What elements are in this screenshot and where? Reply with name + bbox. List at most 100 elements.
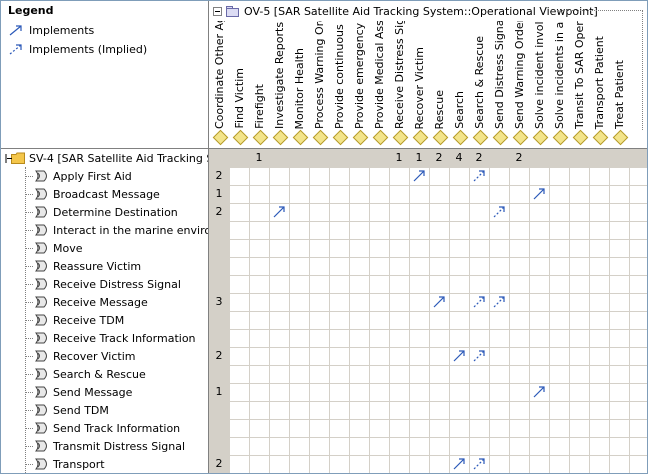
- row-count-cell: [209, 365, 229, 383]
- column-header[interactable]: Investigate Reports Of Distress: [270, 18, 290, 147]
- row-header[interactable]: Transmit Distress Signal: [1, 437, 208, 455]
- row-header[interactable]: Recover Victim: [1, 347, 208, 365]
- row-header[interactable]: Receive TDM: [1, 311, 208, 329]
- dependency-matrix: Legend Implements Implements (Implied) O…: [0, 0, 648, 474]
- column-header[interactable]: Rescue: [430, 18, 450, 147]
- implied-implements-arrow[interactable]: [469, 293, 489, 311]
- column-label: Receive Distress Signal: [393, 21, 406, 129]
- group-bracket-end: [642, 10, 643, 130]
- column-header[interactable]: Firefight: [250, 18, 270, 147]
- operational-activity-icon: [612, 129, 629, 146]
- column-group-title: OV-5 [SAR Satellite Aid Tracking System:…: [244, 4, 598, 18]
- row-label: Apply First Aid: [53, 169, 132, 183]
- operational-activity-icon: [492, 129, 509, 146]
- row-count: 2: [215, 205, 223, 218]
- row-header[interactable]: Receive Message: [1, 293, 208, 311]
- row-label: Receive Message: [53, 295, 148, 309]
- row-header[interactable]: Send TDM: [1, 401, 208, 419]
- row-header[interactable]: Search & Rescue: [1, 365, 208, 383]
- implied-implements-arrow[interactable]: [469, 347, 489, 365]
- implements-arrow[interactable]: [429, 293, 449, 311]
- collapse-icon[interactable]: [5, 153, 12, 163]
- column-header[interactable]: Solve incidents in all areas: [550, 18, 570, 147]
- collapse-icon[interactable]: [213, 6, 222, 16]
- implements-arrow[interactable]: [409, 167, 429, 185]
- row-header[interactable]: Send Track Information: [1, 419, 208, 437]
- implements-arrow[interactable]: [269, 203, 289, 221]
- row-header[interactable]: Receive Track Information: [1, 329, 208, 347]
- operational-activity-icon: [252, 129, 269, 146]
- operational-activity-icon: [272, 129, 289, 146]
- implied-implements-arrow[interactable]: [489, 293, 509, 311]
- row-count: 1: [215, 187, 223, 200]
- implements-arrow[interactable]: [529, 383, 549, 401]
- column-header[interactable]: Receive Distress Signal: [390, 18, 410, 147]
- column-header[interactable]: Treat Patient: [610, 18, 630, 147]
- row-label: Interact in the marine environment: [53, 223, 208, 237]
- column-label: Transport Patient: [593, 35, 606, 129]
- column-count: 4: [455, 151, 463, 164]
- row-header-area: SV-4 [SAR Satellite Aid Tracking System]…: [1, 149, 209, 473]
- column-header[interactable]: Transport Patient: [590, 18, 610, 147]
- column-label: Provide emergency towing: [353, 21, 366, 129]
- column-header[interactable]: Send Distress Signal: [490, 18, 510, 147]
- operational-activity-icon: [592, 129, 609, 146]
- implements-arrow[interactable]: [529, 185, 549, 203]
- column-header[interactable]: Coordinate Other Agencies: [210, 18, 230, 147]
- implied-implements-arrow[interactable]: [489, 203, 509, 221]
- row-label: Receive Distress Signal: [53, 277, 181, 291]
- system-function-icon: [34, 314, 47, 326]
- operational-activity-icon: [352, 129, 369, 146]
- system-function-icon: [34, 224, 47, 236]
- column-header[interactable]: Search: [450, 18, 470, 147]
- system-function-icon: [34, 206, 47, 218]
- column-header[interactable]: Provide continuous radio: [330, 18, 350, 147]
- column-header[interactable]: Send Warning Order: [510, 18, 530, 147]
- implements-arrow[interactable]: [449, 455, 469, 473]
- row-count: 3: [215, 295, 223, 308]
- column-label: Recover Victim: [413, 46, 426, 129]
- row-label: Send Track Information: [53, 421, 181, 435]
- column-label: Coordinate Other Agencies: [213, 21, 226, 129]
- column-group-header[interactable]: OV-5 [SAR Satellite Aid Tracking System:…: [213, 4, 598, 18]
- column-header[interactable]: Provide Medical Assistance: [370, 18, 390, 147]
- system-function-icon: [34, 260, 47, 272]
- operational-activity-icon: [212, 129, 229, 146]
- row-header[interactable]: Transport: [1, 455, 208, 473]
- row-header[interactable]: Broadcast Message: [1, 185, 208, 203]
- row-count-cell: [209, 437, 229, 455]
- column-count: 1: [255, 151, 263, 164]
- row-header[interactable]: Reassure Victim: [1, 257, 208, 275]
- implied-arrow-icon: [9, 44, 22, 55]
- row-group-header[interactable]: SV-4 [SAR Satellite Aid Tracking System]: [1, 149, 208, 167]
- column-label: Treat Patient: [613, 59, 626, 129]
- implements-arrow[interactable]: [449, 347, 469, 365]
- row-header[interactable]: Interact in the marine environment: [1, 221, 208, 239]
- column-header[interactable]: Solve incident involving: [530, 18, 550, 147]
- system-function-icon: [34, 332, 47, 344]
- row-header[interactable]: Send Message: [1, 383, 208, 401]
- row-header[interactable]: Determine Destination: [1, 203, 208, 221]
- column-header[interactable]: Process Warning Order: [310, 18, 330, 147]
- column-label: Process Warning Order: [313, 21, 326, 129]
- column-header[interactable]: Provide emergency towing: [350, 18, 370, 147]
- system-function-icon: [34, 350, 47, 362]
- column-header[interactable]: Monitor Health: [290, 18, 310, 147]
- column-header[interactable]: Find Victim: [230, 18, 250, 147]
- row-count: 1: [215, 385, 223, 398]
- operational-activity-icon: [392, 129, 409, 146]
- operational-activity-icon: [432, 129, 449, 146]
- row-label: Send Message: [53, 385, 133, 399]
- row-label: Search & Rescue: [53, 367, 146, 381]
- column-label: Monitor Health: [293, 47, 306, 129]
- row-header[interactable]: Apply First Aid: [1, 167, 208, 185]
- column-header[interactable]: Recover Victim: [410, 18, 430, 147]
- implied-implements-arrow[interactable]: [469, 167, 489, 185]
- row-header[interactable]: Move: [1, 239, 208, 257]
- column-count: 1: [415, 151, 423, 164]
- row-header[interactable]: Receive Distress Signal: [1, 275, 208, 293]
- column-header[interactable]: Transit To SAR Operation: [570, 18, 590, 147]
- operational-activity-icon: [332, 129, 349, 146]
- implied-implements-arrow[interactable]: [469, 455, 489, 473]
- column-header[interactable]: Search & Rescue: [470, 18, 490, 147]
